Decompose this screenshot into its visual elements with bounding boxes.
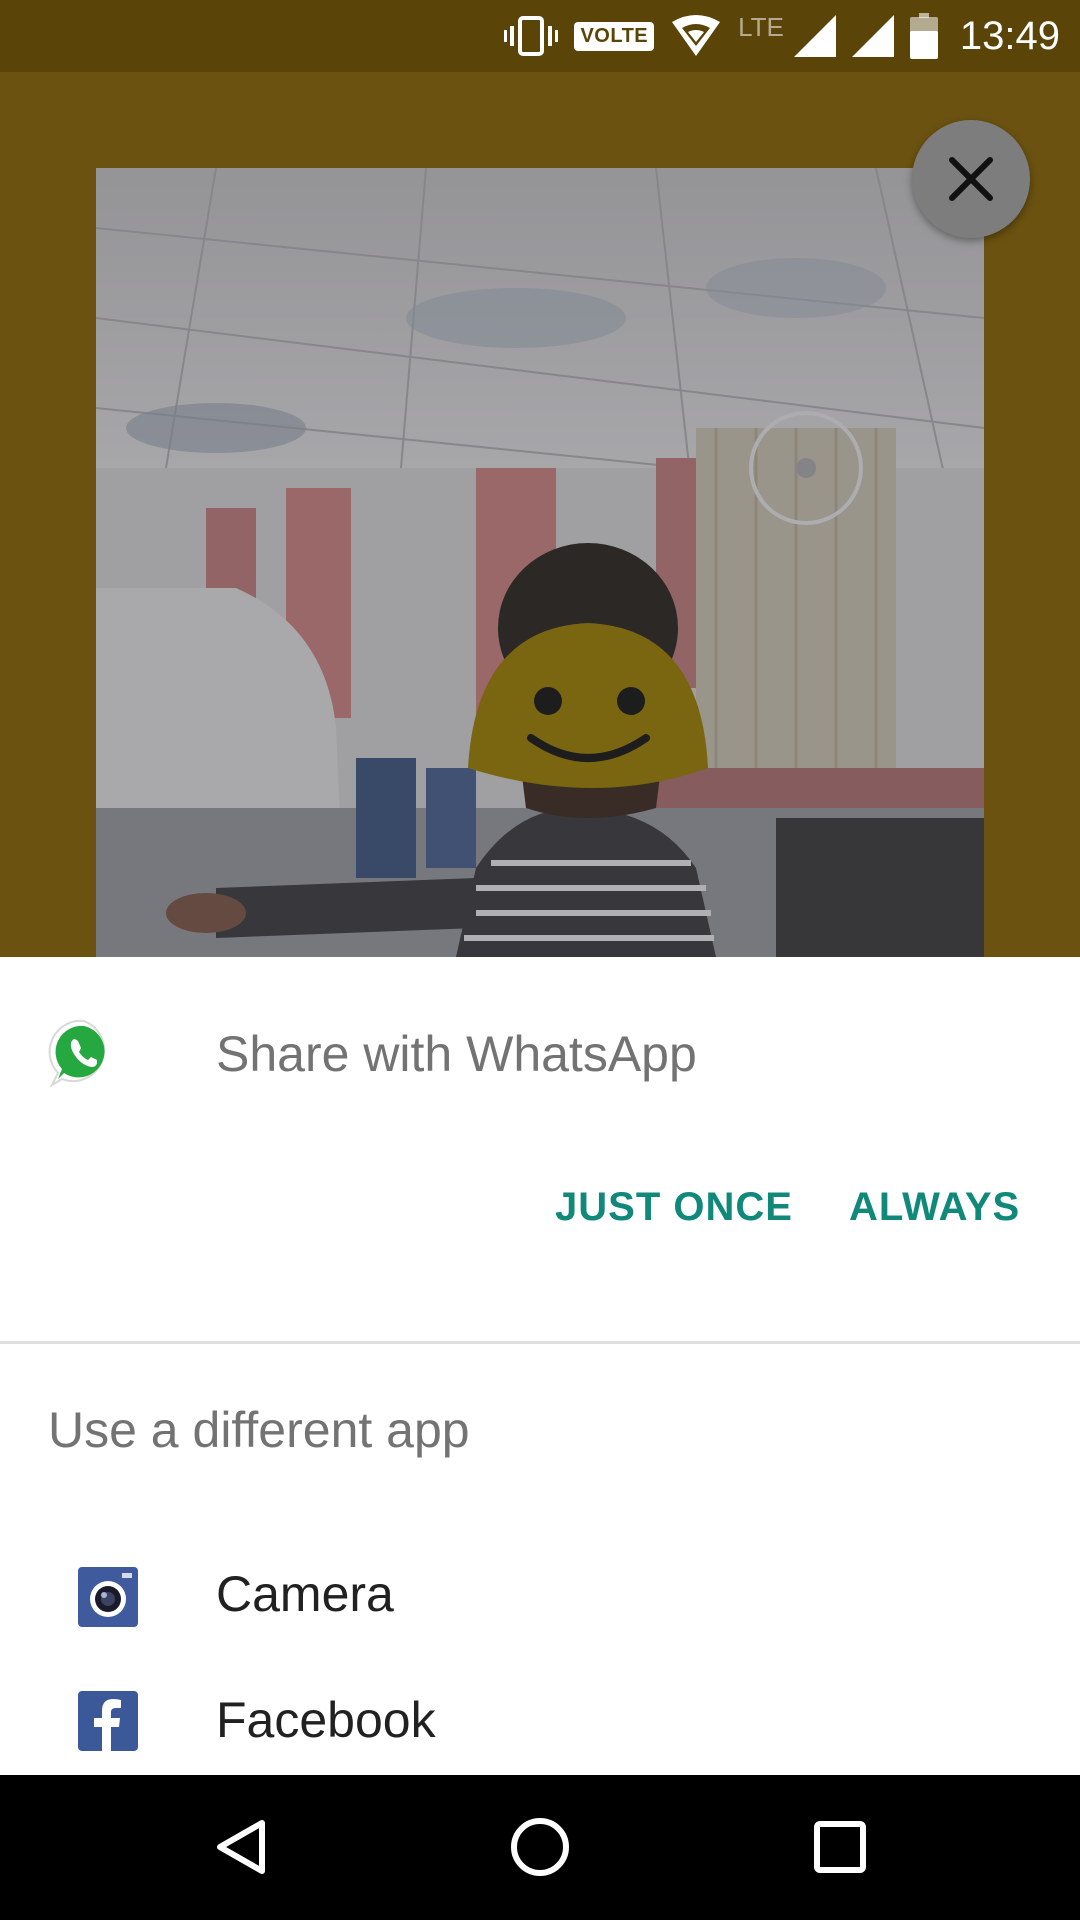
close-button[interactable] (912, 120, 1030, 238)
action-row: JUST ONCE ALWAYS (0, 1157, 1080, 1287)
status-icons: VOLTE LTE 13:49 (504, 0, 1060, 72)
wifi-icon (670, 14, 722, 58)
close-icon (949, 157, 993, 201)
vibrate-icon (504, 16, 559, 56)
divider (0, 1341, 1080, 1344)
signal-icon (851, 15, 894, 57)
always-button[interactable]: ALWAYS (849, 1185, 1020, 1230)
signal-icon (793, 15, 836, 57)
status-bar: VOLTE LTE 13:49 (0, 0, 1080, 72)
screen: VOLTE LTE 13:49 Share with WhatsApp JUST… (0, 0, 1080, 1920)
different-app-label: Use a different app (48, 1402, 470, 1458)
home-icon (511, 1818, 569, 1876)
share-title: Share with WhatsApp (216, 1026, 697, 1082)
recents-icon (814, 1821, 866, 1873)
share-sheet: Share with WhatsApp JUST ONCE ALWAYS Use… (0, 957, 1080, 1775)
app-label-camera: Camera (216, 1566, 394, 1622)
home-button[interactable] (490, 1797, 590, 1897)
whatsapp-icon (48, 1019, 106, 1088)
app-label-facebook: Facebook (216, 1692, 436, 1748)
just-once-button[interactable]: JUST ONCE (555, 1185, 793, 1230)
battery-icon (909, 13, 938, 59)
volte-icon: VOLTE (574, 21, 655, 51)
shared-photo (96, 168, 984, 957)
back-icon (217, 1820, 265, 1874)
app-item-facebook[interactable]: Facebook (0, 1677, 1080, 1775)
navigation-bar (0, 1775, 1080, 1920)
camera-icon (78, 1567, 138, 1627)
primary-app-row[interactable]: Share with WhatsApp (0, 957, 1080, 1157)
app-item-camera[interactable]: Camera (0, 1517, 1080, 1677)
preview-backdrop (0, 72, 1080, 957)
clock: 13:49 (959, 13, 1060, 58)
facebook-icon (78, 1691, 138, 1751)
recents-button[interactable] (790, 1797, 890, 1897)
lte-label: LTE (738, 11, 784, 42)
back-button[interactable] (190, 1797, 290, 1897)
